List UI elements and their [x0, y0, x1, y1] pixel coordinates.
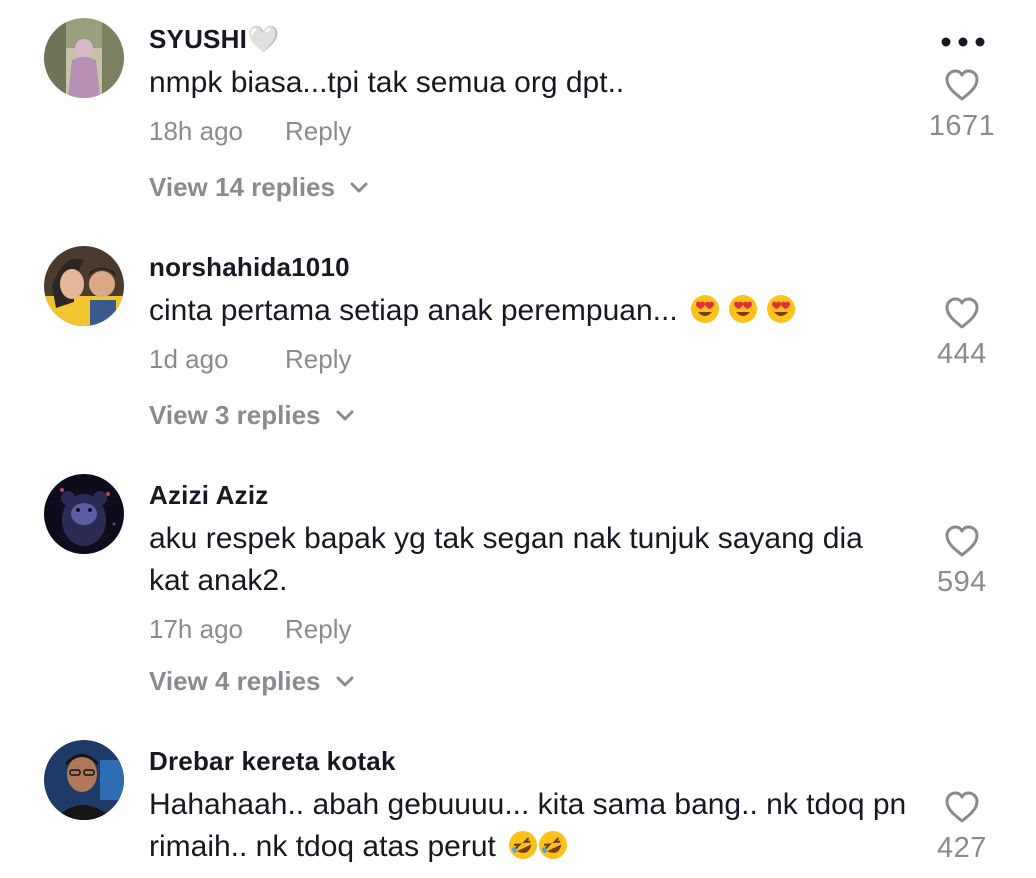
comment-text-body: cinta pertama setiap anak perempuan... — [149, 294, 678, 327]
like-button[interactable]: 594 — [920, 524, 1004, 599]
comment-text: aku respek bapak yg tak segan nak tunjuk… — [149, 522, 863, 597]
view-replies-button[interactable]: View 4 replies — [149, 666, 355, 697]
like-button[interactable]: 427 — [920, 790, 1004, 865]
chevron-down-icon — [336, 676, 354, 686]
comment-text: cinta pertama setiap anak perempuan... — [149, 290, 909, 332]
heart-outline-icon — [945, 69, 979, 101]
like-count: 444 — [937, 338, 987, 370]
avatar[interactable] — [44, 474, 124, 554]
username[interactable]: Azizi Aziz — [149, 480, 268, 511]
comment-meta: 18h ago Reply — [149, 116, 351, 147]
like-count: 594 — [937, 566, 987, 598]
like-count: 427 — [937, 832, 987, 864]
like-button[interactable]: 1671 — [920, 68, 1004, 143]
rofl-emoji — [538, 831, 567, 859]
like-button[interactable]: 444 — [920, 296, 1004, 371]
chevron-down-icon — [336, 410, 354, 420]
username[interactable]: norshahida1010 — [149, 252, 350, 283]
heart-outline-icon — [945, 297, 979, 329]
like-count: 1671 — [928, 110, 996, 142]
timestamp: 18h ago — [149, 116, 243, 146]
timestamp: 1d ago — [149, 344, 229, 374]
username[interactable]: Drebar kereta kotak — [149, 746, 396, 777]
heart-outline-icon — [945, 791, 979, 823]
more-options-icon[interactable] — [940, 36, 986, 48]
timestamp: 17h ago — [149, 614, 243, 644]
avatar[interactable] — [44, 740, 124, 820]
heart-outline-icon — [945, 525, 979, 557]
comment-text: nmpk biasa...tpi tak semua org dpt.. — [149, 66, 625, 99]
view-replies-label: View 3 replies — [149, 400, 321, 430]
heart-eyes-emoji — [766, 295, 795, 323]
view-replies-button[interactable]: View 3 replies — [149, 400, 355, 431]
reply-button[interactable]: Reply — [285, 116, 351, 147]
username[interactable]: SYUSHI🤍 — [149, 24, 280, 55]
heart-eyes-emoji — [728, 295, 757, 323]
rofl-emoji — [508, 831, 537, 859]
view-replies-label: View 14 replies — [149, 172, 335, 202]
reply-button[interactable]: Reply — [285, 614, 351, 645]
chevron-down-icon — [350, 182, 368, 192]
comment-meta: 1d ago Reply — [149, 344, 351, 375]
heart-eyes-emoji — [690, 295, 719, 323]
view-replies-button[interactable]: View 14 replies — [149, 172, 369, 203]
avatar[interactable] — [44, 246, 124, 326]
view-replies-label: View 4 replies — [149, 666, 321, 696]
comment-text: Hahahaah.. abah gebuuuu... kita sama ban… — [149, 784, 909, 868]
reply-button[interactable]: Reply — [285, 344, 351, 375]
avatar[interactable] — [44, 18, 124, 98]
comment-meta: 17h ago Reply — [149, 614, 351, 645]
